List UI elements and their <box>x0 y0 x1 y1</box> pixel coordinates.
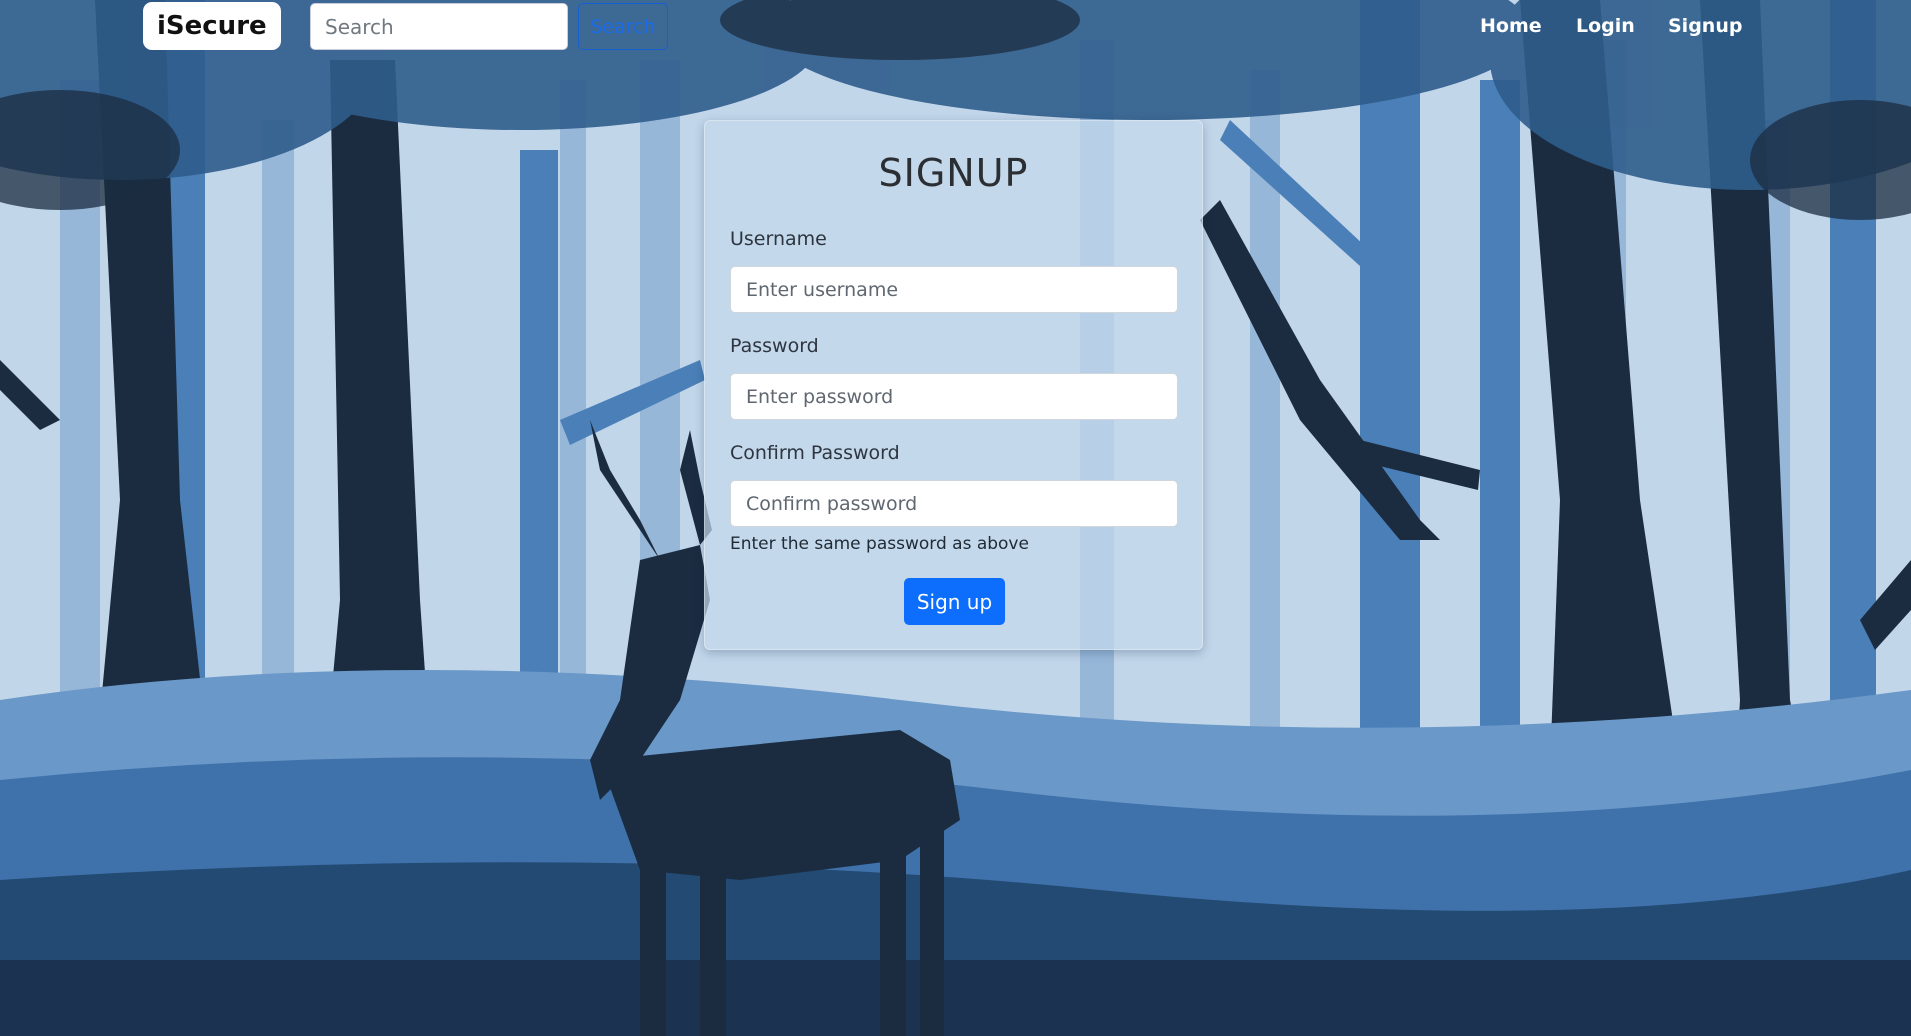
password-field[interactable] <box>730 373 1178 420</box>
nav-link-login[interactable]: Login <box>1576 15 1635 37</box>
username-label: Username <box>730 228 827 250</box>
confirm-password-label: Confirm Password <box>730 442 900 464</box>
username-field[interactable] <box>730 266 1178 313</box>
signup-card: SIGNUP Username Password Confirm Passwor… <box>704 120 1203 650</box>
search-input[interactable] <box>310 3 568 50</box>
password-label: Password <box>730 335 819 357</box>
password-help-text: Enter the same password as above <box>730 534 1029 554</box>
nav-link-home[interactable]: Home <box>1480 15 1542 37</box>
search-button[interactable]: Search <box>578 3 668 50</box>
nav-link-signup[interactable]: Signup <box>1668 15 1742 37</box>
confirm-password-field[interactable] <box>730 480 1178 527</box>
sign-up-button[interactable]: Sign up <box>904 578 1005 625</box>
brand-logo[interactable]: iSecure <box>143 2 281 50</box>
page-title: SIGNUP <box>878 151 1029 195</box>
